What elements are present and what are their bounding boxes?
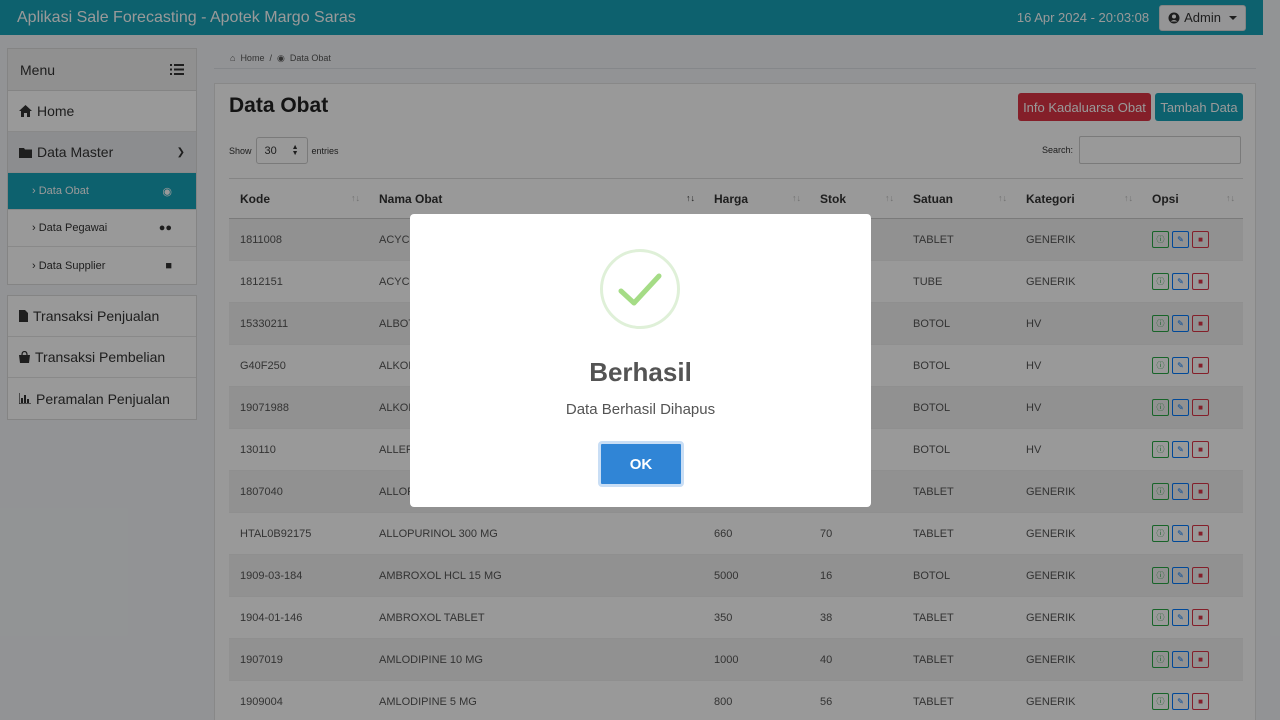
ok-button[interactable]: OK (598, 441, 684, 487)
dialog-message: Data Berhasil Dihapus (565, 401, 716, 418)
dialog-title: Berhasil (589, 357, 692, 387)
success-dialog: Berhasil Data Berhasil Dihapus OK (410, 214, 871, 507)
success-check-icon (600, 249, 680, 329)
